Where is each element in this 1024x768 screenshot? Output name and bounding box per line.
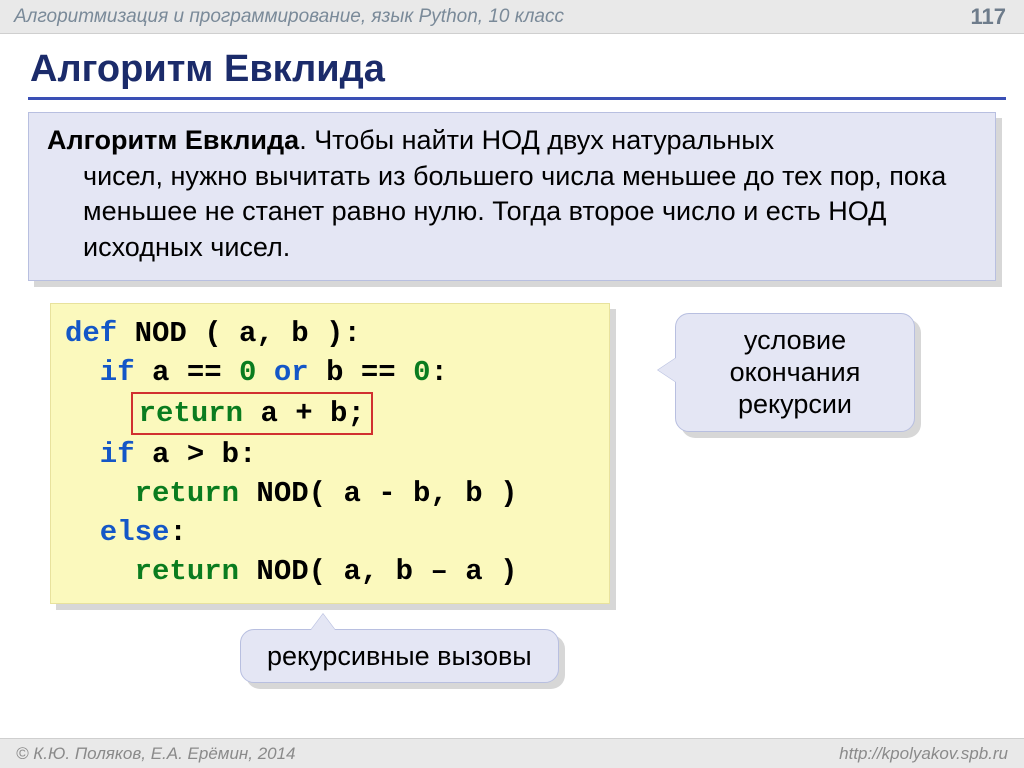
footer-bar: © К.Ю. Поляков, Е.А. Ерёмин, 2014 http:/… (0, 738, 1024, 768)
code-text: b (309, 356, 344, 389)
code-text: NOD( a, b – a ) (239, 555, 517, 588)
header-subject: Алгоритмизация и программирование, язык … (14, 6, 564, 28)
code-keyword-return: return (139, 397, 243, 430)
code-keyword-or: or (256, 356, 308, 389)
code-box: def NOD ( a, b ): if a == 0 or b == 0: r… (50, 303, 610, 605)
callout-recursive-calls: рекурсивные вызовы (240, 629, 559, 683)
page-number: 117 (971, 4, 1007, 30)
code-text: NOD( a - b, b ) (239, 477, 517, 510)
code-keyword-if: if (65, 438, 135, 471)
code-text: == (344, 356, 396, 389)
code-text: NOD ( a, b ): (117, 317, 361, 350)
callout-line: окончания (702, 356, 888, 388)
callout-tail-icon (658, 358, 676, 382)
callout-termination: условие окончания рекурсии (675, 313, 915, 432)
definition-lead: Алгоритм Евклида (47, 125, 299, 155)
title-underline (28, 97, 1006, 100)
definition-text-2: чисел, нужно вычитать из большего числа … (47, 159, 977, 266)
code-keyword-if: if (65, 356, 135, 389)
code-number: 0 (396, 356, 431, 389)
code-text: == (169, 356, 221, 389)
footer-copyright: © К.Ю. Поляков, Е.А. Ерёмин, 2014 (16, 744, 296, 764)
definition-text-1: . Чтобы найти НОД двух натуральных (299, 125, 774, 155)
code-keyword-return: return (65, 555, 239, 588)
definition-box: Алгоритм Евклида. Чтобы найти НОД двух н… (28, 112, 996, 281)
callout-line: условие (702, 324, 888, 356)
footer-url: http://kpolyakov.spb.ru (839, 744, 1008, 764)
code-keyword-else: else (65, 516, 169, 549)
slide-title: Алгоритм Евклида (30, 48, 1024, 91)
callout-text: рекурсивные вызовы (267, 641, 532, 671)
code-text: : (169, 516, 186, 549)
header-bar: Алгоритмизация и программирование, язык … (0, 0, 1024, 34)
return-highlight-box: return a + b; (131, 392, 373, 435)
code-text: a > b: (135, 438, 257, 471)
code-number: 0 (222, 356, 257, 389)
code-text: : (431, 356, 448, 389)
code-keyword-return: return (65, 477, 239, 510)
code-text: a (135, 356, 170, 389)
code-keyword-def: def (65, 317, 117, 350)
code-text: a + b; (243, 397, 365, 430)
callout-tail-icon (311, 614, 335, 630)
callout-line: рекурсии (702, 388, 888, 420)
code-area: def NOD ( a, b ): if a == 0 or b == 0: r… (50, 303, 1024, 605)
